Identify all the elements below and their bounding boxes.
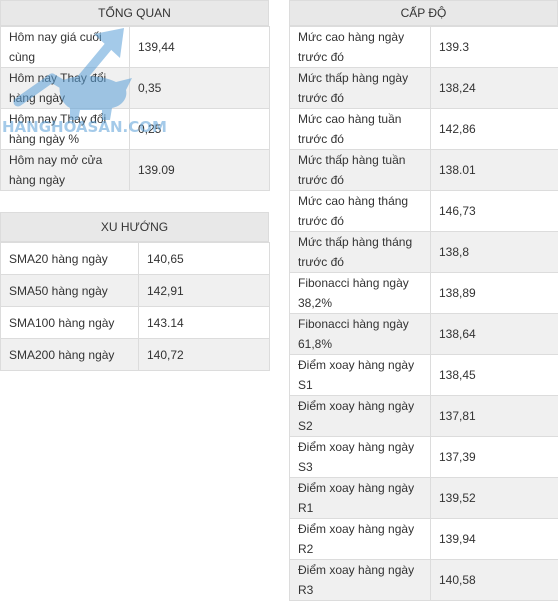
table-row: Mức cao hàng tháng trước đó 146,73 [290,191,558,232]
levels-panel: CẤP ĐỘ Mức cao hàng ngày trước đó 139.3 … [289,0,558,601]
row-value: 138,45 [431,355,558,396]
table-row: Điểm xoay hàng ngày R1 139,52 [290,478,558,519]
row-label: Hôm nay mở cửa hàng ngày [1,150,130,191]
levels-title: CẤP ĐỘ [289,0,558,26]
overview-table: Hôm nay giá cuối cùng 139,44 Hôm nay Tha… [0,26,270,191]
table-row: Hôm nay Thay đổi hàng ngày 0,35 [1,68,270,109]
row-label: SMA200 hàng ngày [1,339,139,371]
table-row: SMA20 hàng ngày 140,65 [1,243,270,275]
table-row: Điểm xoay hàng ngày S2 137,81 [290,396,558,437]
row-label: Hôm nay Thay đổi hàng ngày [1,68,130,109]
row-label: Hôm nay giá cuối cùng [1,27,130,68]
row-value: 139.09 [130,150,270,191]
row-value: 142,86 [431,109,558,150]
trend-table: SMA20 hàng ngày 140,65 SMA50 hàng ngày 1… [0,242,270,371]
table-row: SMA50 hàng ngày 142,91 [1,275,270,307]
table-row: Hôm nay giá cuối cùng 139,44 [1,27,270,68]
table-row: Mức cao hàng ngày trước đó 139.3 [290,27,558,68]
row-value: 139,52 [431,478,558,519]
table-row: Mức thấp hàng tháng trước đó 138,8 [290,232,558,273]
row-label: Điểm xoay hàng ngày S3 [290,437,431,478]
row-value: 138,24 [431,68,558,109]
row-label: SMA20 hàng ngày [1,243,139,275]
row-label: Điểm xoay hàng ngày S1 [290,355,431,396]
row-label: Điểm xoay hàng ngày S2 [290,396,431,437]
row-value: 138,89 [431,273,558,314]
row-value: 146,73 [431,191,558,232]
row-value: 0,25 [130,109,270,150]
table-row: Fibonacci hàng ngày 61,8% 138,64 [290,314,558,355]
trend-panel: XU HƯỚNG SMA20 hàng ngày 140,65 SMA50 hà… [0,212,269,371]
table-row: Mức thấp hàng tuần trước đó 138.01 [290,150,558,191]
row-label: Mức thấp hàng ngày trước đó [290,68,431,109]
row-label: Mức thấp hàng tháng trước đó [290,232,431,273]
row-label: Fibonacci hàng ngày 38,2% [290,273,431,314]
table-row: Điểm xoay hàng ngày R3 140,58 [290,560,558,601]
row-value: 140,65 [139,243,270,275]
row-label: Điểm xoay hàng ngày R1 [290,478,431,519]
table-row: SMA100 hàng ngày 143.14 [1,307,270,339]
row-label: Mức cao hàng tháng trước đó [290,191,431,232]
row-label: Fibonacci hàng ngày 61,8% [290,314,431,355]
table-row: Hôm nay mở cửa hàng ngày 139.09 [1,150,270,191]
row-label: Mức cao hàng tuần trước đó [290,109,431,150]
row-value: 139.3 [431,27,558,68]
row-value: 138.01 [431,150,558,191]
row-label: SMA50 hàng ngày [1,275,139,307]
table-row: SMA200 hàng ngày 140,72 [1,339,270,371]
row-value: 138,64 [431,314,558,355]
table-row: Mức cao hàng tuần trước đó 142,86 [290,109,558,150]
row-value: 139,44 [130,27,270,68]
row-value: 139,94 [431,519,558,560]
row-label: SMA100 hàng ngày [1,307,139,339]
row-value: 137,81 [431,396,558,437]
row-label: Hôm nay Thay đổi hàng ngày % [1,109,130,150]
row-value: 0,35 [130,68,270,109]
table-row: Điểm xoay hàng ngày S3 137,39 [290,437,558,478]
overview-title: TỔNG QUAN [0,0,269,26]
row-value: 140,72 [139,339,270,371]
table-row: Mức thấp hàng ngày trước đó 138,24 [290,68,558,109]
table-row: Điểm xoay hàng ngày R2 139,94 [290,519,558,560]
row-value: 143.14 [139,307,270,339]
row-label: Mức thấp hàng tuần trước đó [290,150,431,191]
row-label: Điểm xoay hàng ngày R2 [290,519,431,560]
overview-panel: TỔNG QUAN Hôm nay giá cuối cùng 139,44 H… [0,0,269,191]
row-value: 138,8 [431,232,558,273]
trend-title: XU HƯỚNG [0,212,269,242]
row-label: Điểm xoay hàng ngày R3 [290,560,431,601]
row-value: 137,39 [431,437,558,478]
row-value: 142,91 [139,275,270,307]
table-row: Điểm xoay hàng ngày S1 138,45 [290,355,558,396]
levels-table: Mức cao hàng ngày trước đó 139.3 Mức thấ… [289,26,558,601]
row-value: 140,58 [431,560,558,601]
table-row: Hôm nay Thay đổi hàng ngày % 0,25 [1,109,270,150]
table-row: Fibonacci hàng ngày 38,2% 138,89 [290,273,558,314]
row-label: Mức cao hàng ngày trước đó [290,27,431,68]
